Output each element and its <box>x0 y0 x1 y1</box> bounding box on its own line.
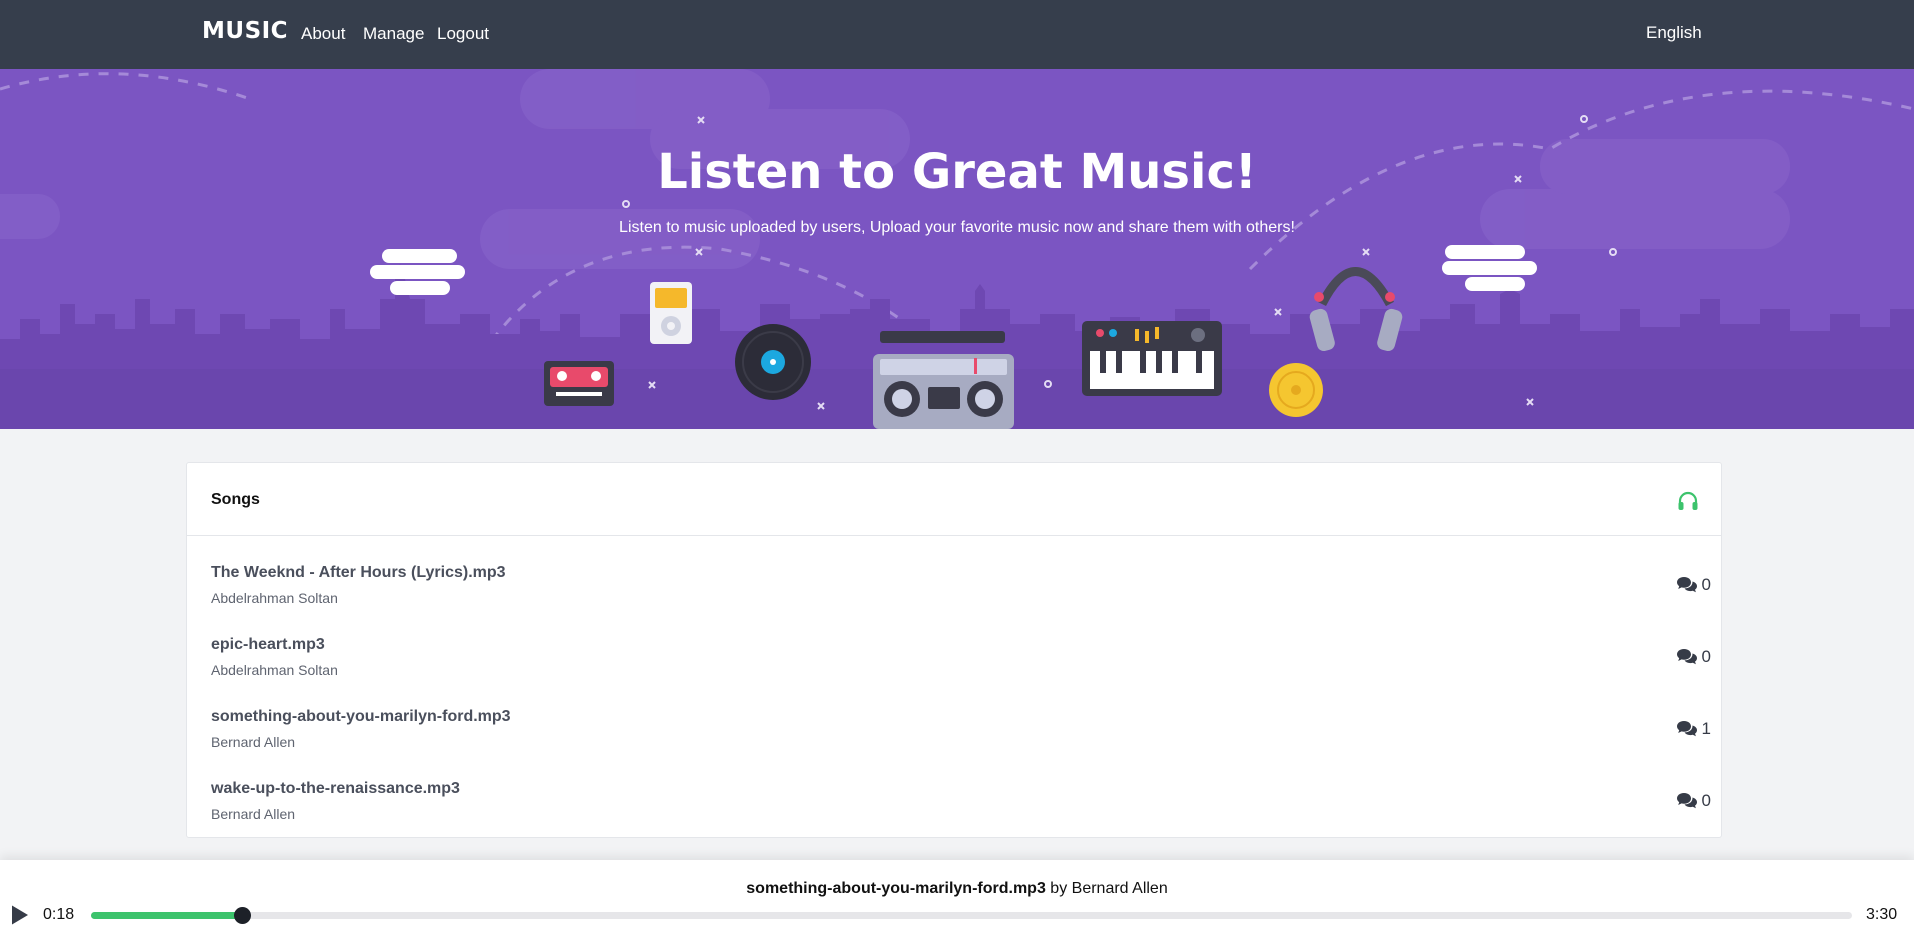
brand-logo[interactable]: MUSIC <box>202 18 288 44</box>
song-row[interactable]: wake-up-to-the-renaissance.mp3 Bernard A… <box>187 780 1723 852</box>
hero-illustration <box>0 69 1914 429</box>
song-title[interactable]: something-about-you-marilyn-ford.mp3 <box>211 708 511 726</box>
song-artist: Bernard Allen <box>211 806 296 822</box>
song-title[interactable]: wake-up-to-the-renaissance.mp3 <box>211 780 460 798</box>
now-playing: something-about-you-marilyn-ford.mp3 by … <box>0 880 1914 898</box>
total-time: 3:30 <box>1866 906 1898 923</box>
current-time: 0:18 <box>43 906 75 923</box>
comments-icon <box>1676 721 1697 737</box>
song-title[interactable]: epic-heart.mp3 <box>211 636 325 654</box>
play-icon[interactable] <box>10 904 30 926</box>
progress-fill <box>91 912 242 919</box>
progress-thumb[interactable] <box>233 907 251 924</box>
now-playing-artist: Bernard Allen <box>1071 880 1168 897</box>
songs-card-title: Songs <box>211 491 260 508</box>
hero-subtitle: Listen to music uploaded by users, Uploa… <box>619 219 1295 236</box>
comments-count: 0 <box>1701 647 1711 666</box>
song-row[interactable]: epic-heart.mp3 Abdelrahman Soltan 0 <box>187 636 1723 708</box>
comments-count: 0 <box>1701 575 1711 594</box>
top-navbar: MUSIC About Manage Logout English <box>0 0 1914 69</box>
headphones-icon[interactable] <box>1677 491 1699 511</box>
song-artist: Bernard Allen <box>211 734 296 750</box>
comments-icon <box>1676 577 1697 593</box>
song-artist: Abdelrahman Soltan <box>211 662 338 678</box>
song-comments[interactable]: 0 <box>1676 575 1711 595</box>
song-row[interactable]: something-about-you-marilyn-ford.mp3 Ber… <box>187 708 1723 780</box>
song-comments[interactable]: 0 <box>1676 791 1711 811</box>
nav-link-logout[interactable]: Logout <box>437 24 489 44</box>
now-playing-by: by <box>1050 880 1068 897</box>
audio-player: something-about-you-marilyn-ford.mp3 by … <box>0 860 1914 945</box>
hero-title: Listen to Great Music! <box>657 144 1257 200</box>
comments-count: 1 <box>1701 719 1711 738</box>
comments-icon <box>1676 649 1697 665</box>
nav-link-about[interactable]: About <box>301 24 345 44</box>
songs-card: Songs The Weeknd - After Hours (Lyrics).… <box>186 462 1722 838</box>
comments-icon <box>1676 793 1697 809</box>
song-title[interactable]: The Weeknd - After Hours (Lyrics).mp3 <box>211 564 506 582</box>
nav-link-manage[interactable]: Manage <box>363 24 424 44</box>
language-selector[interactable]: English <box>1646 23 1702 43</box>
song-artist: Abdelrahman Soltan <box>211 590 338 606</box>
song-row[interactable]: The Weeknd - After Hours (Lyrics).mp3 Ab… <box>187 564 1723 636</box>
comments-count: 0 <box>1701 791 1711 810</box>
song-comments[interactable]: 1 <box>1676 719 1711 739</box>
song-comments[interactable]: 0 <box>1676 647 1711 667</box>
hero-banner: Listen to Great Music! Listen to music u… <box>0 69 1914 429</box>
progress-bar[interactable] <box>91 907 1852 924</box>
now-playing-title: something-about-you-marilyn-ford.mp3 <box>746 880 1046 897</box>
songs-card-header: Songs <box>187 463 1721 536</box>
